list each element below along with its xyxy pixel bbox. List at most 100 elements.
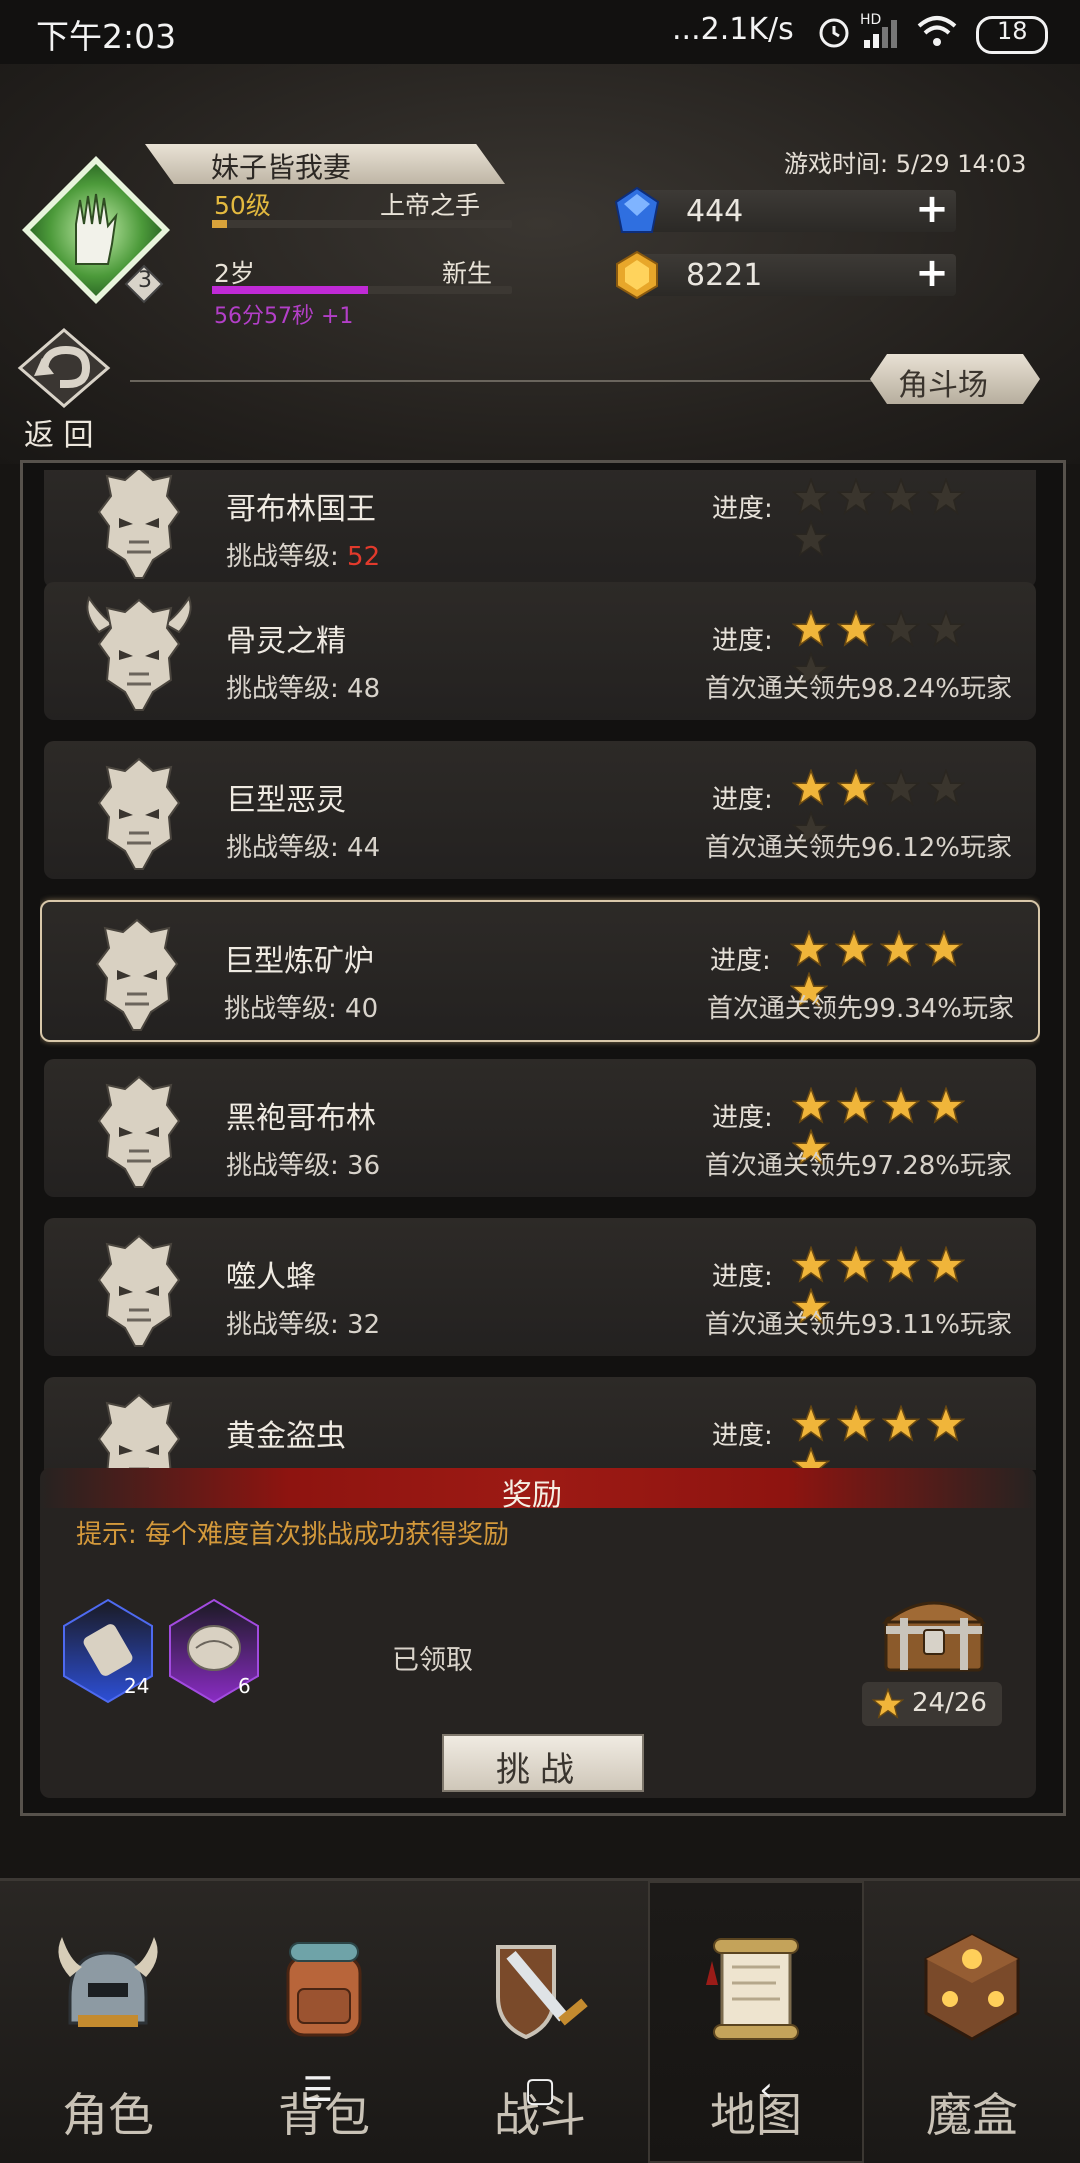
progress-label: 进度: (712, 494, 773, 524)
back-button[interactable]: 返 回 (14, 328, 114, 453)
boss-row[interactable]: 巨型恶灵 挑战等级: 44 进度: 首次通关领先96.12%玩家 (44, 741, 1036, 879)
arena-label: 角斗场 (898, 368, 988, 403)
challenge-level-value: 52 (347, 542, 381, 572)
player-name: 妹子皆我妻 (211, 151, 352, 184)
boss-row[interactable]: 黄金盗虫 进度: (44, 1377, 1036, 1470)
alarm-icon (819, 18, 849, 48)
star-icon (881, 1404, 921, 1442)
status-time: 下午2:03 (36, 17, 177, 56)
progress-label: 进度: (712, 1421, 773, 1451)
boss-mask-icon (79, 1071, 199, 1191)
player-age-stage: 新生 (442, 259, 493, 288)
star-icon (791, 768, 831, 806)
wifi-icon (917, 16, 957, 46)
star-icon (924, 929, 964, 967)
progress-stars (791, 1086, 1012, 1166)
gold-icon (616, 250, 658, 300)
signal-icon (864, 20, 897, 48)
reward-section: 奖励 提示: 每个难度首次挑战成功获得奖励 24 6 已领取 24/26 挑战 (40, 1468, 1036, 1798)
bottom-nav: 角色 背包 战斗 地图 魔盒 (0, 1878, 1080, 2163)
reward-item-shell[interactable]: 6 (166, 1598, 262, 1704)
boss-name: 巨型炼矿炉 (224, 944, 374, 979)
arena-button[interactable]: 角斗场 (870, 354, 1040, 404)
battery-level: 18 (997, 17, 1028, 45)
progress-label: 进度: (712, 1262, 773, 1292)
level-progress-bar (212, 220, 512, 228)
star-icon (836, 609, 876, 647)
tab-battle[interactable]: 战斗 (432, 1881, 648, 2163)
star-count: 24/26 (912, 1688, 987, 1718)
boss-mask-icon (79, 1230, 199, 1350)
boss-row[interactable]: 巨型炼矿炉 挑战等级: 40 进度: 首次通关领先99.34%玩家 (40, 900, 1040, 1042)
treasure-chest-icon[interactable] (880, 1590, 988, 1674)
star-icon (872, 1688, 904, 1719)
challenge-level: 挑战等级: 40 (224, 994, 379, 1024)
star-icon (881, 609, 921, 647)
boss-name: 黑袍哥布林 (226, 1101, 376, 1136)
boss-mask-icon (79, 1389, 199, 1470)
first-clear-rank: 首次通关领先99.34%玩家 (706, 994, 1014, 1024)
boss-list[interactable]: 哥布林国王 挑战等级: 52 进度: 骨灵之精 挑战等级: 48 进度: 首次通关领先9… (40, 470, 1040, 1470)
player-name-plate: 妹子皆我妻 (145, 144, 505, 184)
gold-balance: 8221 (636, 254, 956, 296)
challenge-level-value: 44 (347, 833, 381, 863)
boss-name: 巨型恶灵 (226, 783, 346, 818)
boss-name: 黄金盗虫 (226, 1419, 346, 1454)
challenge-level-value: 40 (345, 994, 379, 1024)
boss-mask-icon (79, 470, 199, 582)
first-clear-rank: 首次通关领先93.11%玩家 (704, 1310, 1012, 1340)
first-clear-rank: 首次通关领先98.24%玩家 (704, 674, 1012, 704)
boss-row[interactable]: 哥布林国王 挑战等级: 52 进度: (44, 470, 1036, 588)
boss-row[interactable]: 黑袍哥布林 挑战等级: 36 进度: 首次通关领先97.28%玩家 (44, 1059, 1036, 1197)
system-home-button[interactable]: ▢ (510, 2070, 570, 2110)
age-progress-fill (212, 286, 368, 294)
progress-stars (791, 609, 1012, 689)
challenge-button[interactable]: 挑战 (442, 1734, 644, 1792)
level-progress-fill (212, 220, 227, 228)
tab-backpack[interactable]: 背包 (216, 1881, 432, 2163)
star-icon (926, 768, 966, 806)
star-icon (881, 1245, 921, 1283)
map-scroll-icon (706, 1938, 799, 2040)
star-icon (881, 1086, 921, 1124)
star-icon (834, 929, 874, 967)
challenge-level-value: 36 (347, 1151, 381, 1181)
reward-title: 奖励 (502, 1478, 562, 1513)
reward-item-scroll[interactable]: 24 (60, 1598, 156, 1704)
battery-icon: 18 (976, 16, 1048, 54)
player-level: 50级 (214, 191, 271, 220)
first-clear-rank: 首次通关领先96.12%玩家 (704, 833, 1012, 863)
tab-magic-box[interactable]: 魔盒 (864, 1881, 1080, 2163)
star-icon (836, 1404, 876, 1442)
progress-stars (791, 1245, 1012, 1325)
star-icon (836, 768, 876, 806)
system-menu-button[interactable]: ☰ (288, 2070, 348, 2110)
player-header: 3 妹子皆我妻 50级 上帝之手 2岁 新生 56分57秒 +1 游戏时间: 5… (0, 64, 1080, 464)
progress-label: 进度: (712, 785, 773, 815)
reward-hint: 提示: 每个难度首次挑战成功获得奖励 (76, 1520, 510, 1550)
star-icon (836, 1086, 876, 1124)
gem-balance: 444 (636, 190, 956, 232)
add-gold-button[interactable]: + (914, 253, 950, 293)
boss-mask-icon (79, 594, 199, 714)
boss-name: 骨灵之精 (226, 624, 346, 659)
reward-header: 奖励 (40, 1468, 1036, 1513)
boss-row[interactable]: 噬人蜂 挑战等级: 32 进度: 首次通关领先93.11%玩家 (44, 1218, 1036, 1356)
tab-label: 角色 (62, 2088, 154, 2142)
tab-map[interactable]: 地图 (648, 1881, 864, 2163)
gold-count: 8221 (686, 258, 763, 293)
tab-character[interactable]: 角色 (0, 1881, 216, 2163)
progress-stars (791, 1404, 1012, 1470)
boss-row[interactable]: 骨灵之精 挑战等级: 48 进度: 首次通关领先98.24%玩家 (44, 582, 1036, 720)
star-icon (791, 519, 831, 557)
tab-label: 魔盒 (926, 2088, 1018, 2142)
add-gems-button[interactable]: + (914, 189, 950, 229)
age-timer: 56分57秒 +1 (214, 304, 354, 329)
star-icon (791, 1446, 831, 1470)
system-back-button[interactable]: ‹ (736, 2070, 796, 2110)
backpack-icon (286, 1942, 362, 2037)
star-icon (879, 929, 919, 967)
star-icon (926, 477, 966, 515)
gem-count: 444 (686, 194, 744, 229)
star-icon (926, 1404, 966, 1442)
